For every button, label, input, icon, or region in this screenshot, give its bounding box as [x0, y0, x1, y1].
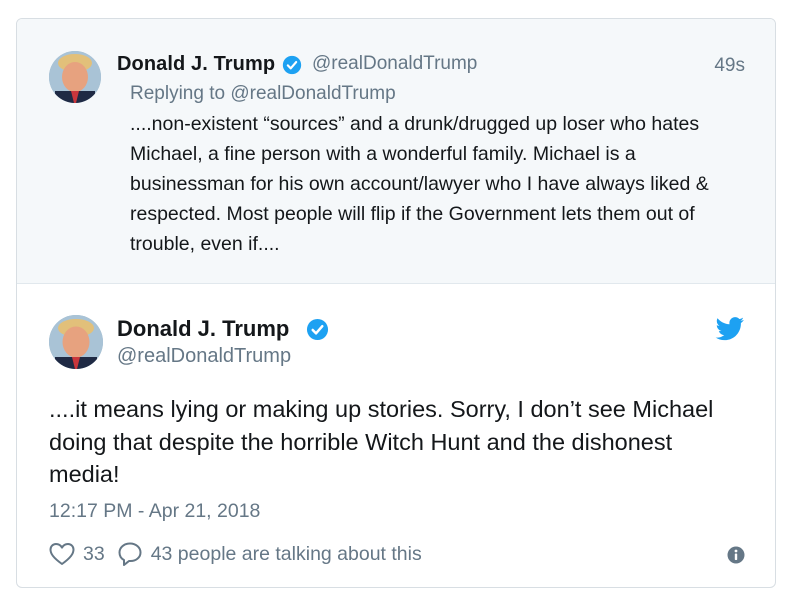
verified-badge-icon — [282, 55, 302, 75]
verified-badge-icon — [306, 318, 329, 341]
comment-bubble-icon — [118, 542, 142, 566]
tweet-actions: 33 43 people are talking about this — [49, 540, 422, 568]
author-handle[interactable]: @realDonaldTrump — [312, 53, 477, 75]
avatar[interactable] — [49, 51, 101, 103]
tweet-time[interactable]: 49s — [714, 55, 745, 77]
talking-link[interactable]: 43 people are talking about this — [117, 541, 422, 567]
heart-icon — [49, 543, 75, 565]
author-handle[interactable]: @realDonaldTrump — [117, 345, 291, 368]
avatar[interactable] — [49, 315, 103, 369]
author-name[interactable]: Donald J. Trump — [117, 316, 289, 342]
tweet-timestamp[interactable]: 12:17 PM - Apr 21, 2018 — [49, 500, 260, 523]
twitter-bird-icon[interactable] — [715, 317, 745, 341]
talking-label: 43 people are talking about this — [150, 542, 422, 565]
tweet-text: ....non-existent “sources” and a drunk/d… — [130, 113, 709, 255]
replying-to-link[interactable]: Replying to @realDonaldTrump — [130, 83, 396, 105]
embedded-tweet-card: Donald J. Trump @realDonaldTrump 49s Rep… — [16, 18, 776, 588]
tweet-text: ....it means lying or making up stories.… — [49, 396, 714, 487]
like-button[interactable]: 33 — [49, 542, 117, 566]
info-icon[interactable] — [727, 546, 745, 564]
like-count: 33 — [83, 542, 105, 565]
author-name[interactable]: Donald J. Trump — [117, 53, 275, 76]
parent-tweet[interactable]: Donald J. Trump @realDonaldTrump 49s Rep… — [17, 19, 775, 284]
